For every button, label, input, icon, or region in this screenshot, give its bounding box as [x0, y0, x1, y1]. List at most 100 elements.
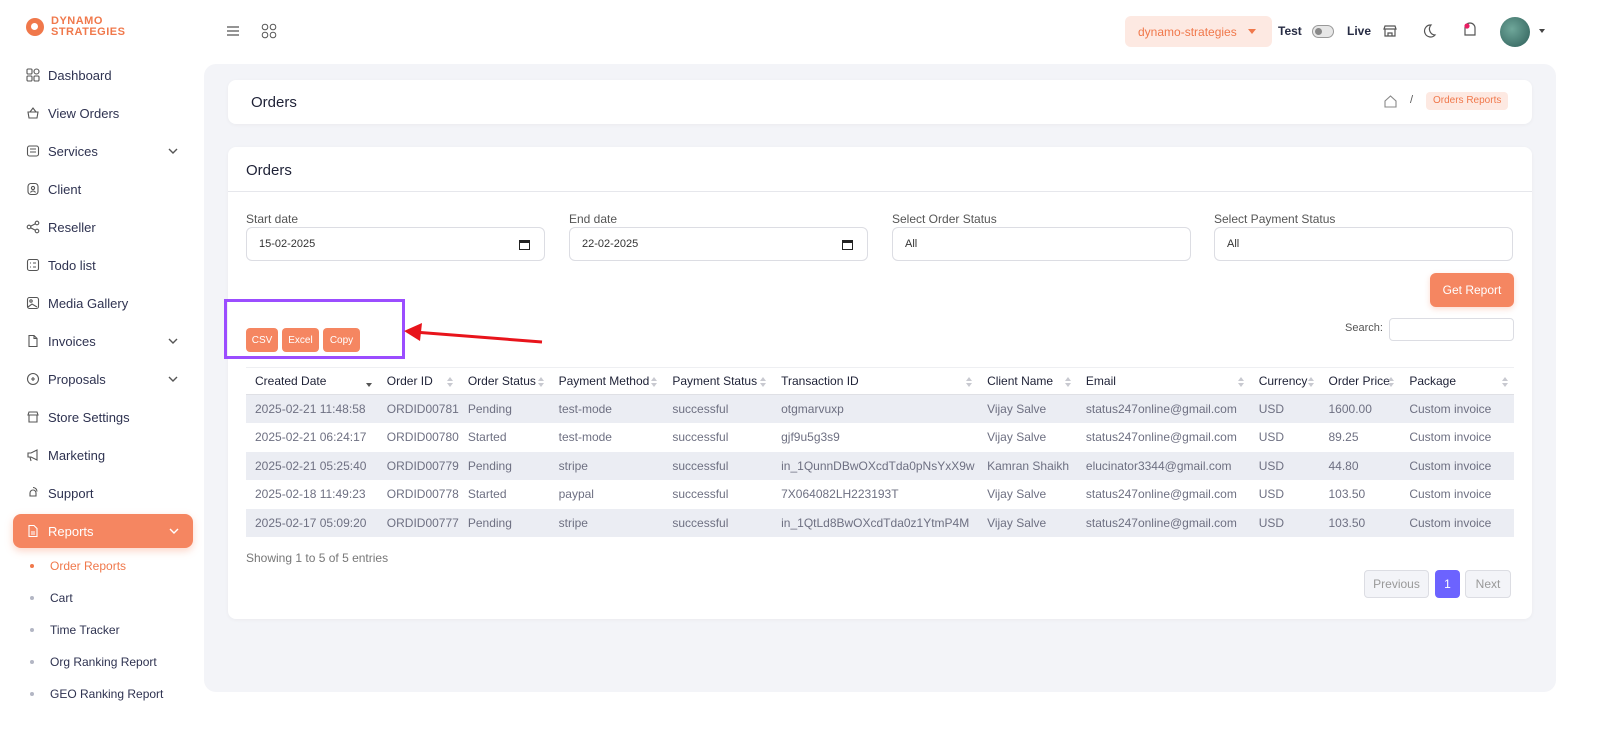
table-row[interactable]: 2025-02-21 05:25:40 ORDID00779 Pending stri…: [246, 451, 1514, 480]
sort-icon[interactable]: [760, 377, 767, 387]
start-date-input[interactable]: 15-02-2025: [246, 227, 545, 261]
sidebar-item-todo-list[interactable]: Todo list: [0, 246, 206, 284]
calendar-icon[interactable]: [842, 239, 853, 250]
table-cell: USD: [1249, 508, 1320, 537]
menu-toggle-icon[interactable]: [224, 22, 242, 40]
sidebar-item-view-orders[interactable]: View Orders: [0, 94, 206, 132]
sidebar-subitem-order-reports[interactable]: Order Reports: [0, 550, 206, 582]
sort-icon[interactable]: [651, 377, 658, 387]
sort-icon[interactable]: [537, 377, 544, 387]
notification-icon[interactable]: [1461, 22, 1479, 40]
sort-icon[interactable]: [365, 377, 372, 387]
calendar-icon[interactable]: [519, 239, 530, 250]
store-icon: [26, 410, 40, 424]
chevron-down-icon[interactable]: [1539, 29, 1545, 33]
column-header[interactable]: Payment Method: [549, 367, 664, 395]
topbar: dynamo-strategies Test Live: [206, 0, 1600, 64]
table-row[interactable]: 2025-02-18 11:49:23 ORDID00778 Started payp…: [246, 480, 1514, 509]
sidebar-item-store-settings[interactable]: Store Settings: [0, 398, 206, 436]
column-header[interactable]: Client Name: [978, 367, 1077, 395]
sidebar-item-dashboard[interactable]: Dashboard: [0, 56, 206, 94]
user-avatar[interactable]: [1500, 17, 1530, 47]
sidebar-item-label: Media Gallery: [48, 295, 129, 311]
page-title: Orders: [251, 94, 297, 111]
column-header[interactable]: Order Status: [458, 367, 550, 395]
sidebar-item-invoices[interactable]: Invoices: [0, 322, 206, 360]
sidebar-item-label: Dashboard: [48, 67, 112, 83]
logo-icon: [26, 16, 44, 38]
home-icon[interactable]: [1383, 94, 1398, 109]
sidebar-item-client[interactable]: Client: [0, 170, 206, 208]
sort-icon[interactable]: [1388, 377, 1395, 387]
table-cell: status247online@gmail.com: [1085, 487, 1237, 502]
report-card: Orders Start date 15-02-2025 End date 22…: [228, 147, 1532, 619]
order-status-select[interactable]: All: [892, 227, 1191, 261]
start-date-value: 15-02-2025: [259, 238, 316, 250]
apps-grid-icon[interactable]: [260, 22, 278, 40]
sidebar-item-support[interactable]: Support: [0, 474, 206, 512]
sort-icon[interactable]: [1502, 377, 1508, 387]
brand-line2: STRATEGIES: [51, 26, 126, 38]
sidebar-subitem-org-ranking-report[interactable]: Org Ranking Report: [0, 646, 206, 678]
sort-icon[interactable]: [966, 377, 973, 387]
brand-logo[interactable]: DYNAMO STRATEGIES: [26, 16, 125, 38]
table-row[interactable]: 2025-02-21 06:24:17 ORDID00780 Started test…: [246, 423, 1514, 452]
table-cell: 2025-02-18 11:49:23: [255, 487, 366, 502]
column-header[interactable]: Order Price: [1319, 367, 1401, 395]
column-header-label: Package: [1409, 374, 1457, 388]
payment-status-select[interactable]: All: [1214, 227, 1513, 261]
table-cell: otgmarvuxp: [772, 394, 979, 423]
sidebar-subitem-time-tracker[interactable]: Time Tracker: [0, 614, 206, 646]
table-row[interactable]: 2025-02-17 05:09:20 ORDID00777 Pending stri…: [246, 508, 1514, 537]
table-cell: USD: [1258, 430, 1285, 445]
table-cell: Pending: [458, 394, 550, 423]
table-cell: successful: [672, 430, 729, 445]
mode-toggle[interactable]: [1312, 25, 1334, 38]
dark-mode-icon[interactable]: [1420, 22, 1438, 40]
table-cell: ORDID00780: [386, 430, 459, 445]
sidebar-item-reseller[interactable]: Reseller: [0, 208, 206, 246]
sidebar-item-media-gallery[interactable]: Media Gallery: [0, 284, 206, 322]
table-cell: Vijay Salve: [987, 487, 1047, 502]
column-header[interactable]: Package: [1400, 367, 1514, 395]
sort-icon[interactable]: [1307, 377, 1314, 387]
table-cell: Vijay Salve: [978, 394, 1077, 423]
sort-icon[interactable]: [1064, 377, 1071, 387]
column-header-label: Created Date: [255, 374, 327, 388]
column-header[interactable]: Created Date: [246, 367, 378, 395]
mode-test-label: Test: [1278, 24, 1302, 38]
table-cell: Custom invoice: [1400, 394, 1514, 423]
chevron-down-icon[interactable]: [166, 144, 180, 158]
sidebar-item-proposals[interactable]: Proposals: [0, 360, 206, 398]
column-header[interactable]: Order ID: [377, 367, 459, 395]
column-header-label: Payment Method: [558, 374, 650, 388]
store-selector[interactable]: dynamo-strategies: [1125, 16, 1272, 47]
sidebar-item-label: Reseller: [48, 219, 96, 235]
sidebar-item-services[interactable]: Services: [0, 132, 206, 170]
table-cell: in_1QtLd8BwOXcdTda0z1YtmP4M: [772, 508, 979, 537]
sidebar-subitem-geo-ranking-report[interactable]: GEO Ranking Report: [0, 678, 206, 710]
chevron-down-icon[interactable]: [166, 334, 180, 348]
sidebar-item-label: View Orders: [48, 105, 120, 121]
get-report-button[interactable]: Get Report: [1430, 273, 1514, 307]
search-input[interactable]: [1389, 318, 1514, 341]
sidebar-item-marketing[interactable]: Marketing: [0, 436, 206, 474]
column-header[interactable]: Currency: [1249, 367, 1320, 395]
chevron-down-icon[interactable]: [166, 372, 180, 386]
end-date-input[interactable]: 22-02-2025: [569, 227, 868, 261]
pagination-next[interactable]: Next: [1465, 570, 1511, 598]
sort-icon[interactable]: [1237, 377, 1244, 387]
chevron-down-icon[interactable]: [167, 524, 181, 538]
sidebar-subitem-cart[interactable]: Cart: [0, 582, 206, 614]
sidebar-item-reports[interactable]: Reports: [13, 514, 193, 548]
sort-icon[interactable]: [446, 377, 453, 387]
table-cell: ORDID00777: [377, 508, 459, 537]
pagination-page[interactable]: 1: [1435, 570, 1460, 598]
pagination-previous[interactable]: Previous: [1364, 570, 1429, 598]
storefront-icon[interactable]: [1381, 22, 1399, 40]
column-header[interactable]: Email: [1076, 367, 1250, 395]
table-cell: Pending: [458, 508, 550, 537]
column-header[interactable]: Transaction ID: [772, 367, 979, 395]
column-header[interactable]: Payment Status: [663, 367, 773, 395]
table-row[interactable]: 2025-02-21 11:48:58 ORDID00781 Pending test…: [246, 394, 1514, 423]
